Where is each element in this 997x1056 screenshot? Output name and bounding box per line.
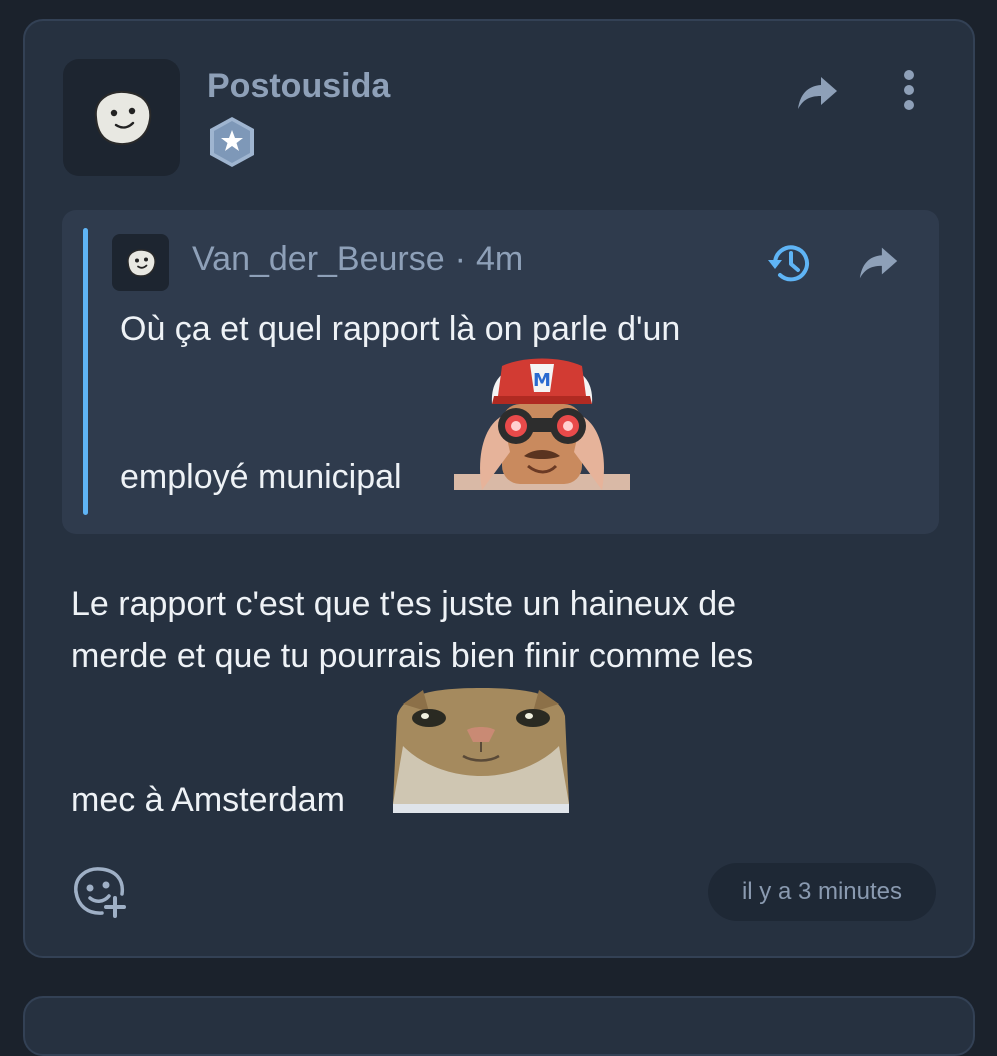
post-author-name[interactable]: Postousida — [207, 67, 390, 106]
smiley-avatar-icon — [94, 90, 151, 145]
meta-separator: · — [454, 240, 466, 278]
next-post-card — [23, 996, 975, 1056]
quote-avatar[interactable] — [112, 234, 169, 291]
share-icon[interactable] — [857, 240, 901, 284]
post-body-line: Le rapport c'est que t'es juste un haine… — [71, 585, 737, 623]
quote-time: 4m — [476, 240, 524, 278]
post-body-line: mec à Amsterdam — [71, 781, 345, 819]
history-icon[interactable] — [765, 238, 815, 288]
post-card: Postousida Van_der_Beurse · 4m Où ça et … — [23, 19, 975, 958]
binoculars-man-emoji: M — [454, 358, 630, 490]
quote-author-name[interactable]: Van_der_Beurse — [192, 240, 445, 278]
quote-meta: Van_der_Beurse · 4m — [192, 240, 523, 279]
add-reaction-icon[interactable] — [70, 864, 128, 918]
quote-text-line: employé municipal — [120, 458, 402, 496]
more-options-icon[interactable] — [893, 67, 925, 113]
share-icon[interactable] — [795, 69, 841, 115]
post-body-line: merde et que tu pourrais bien finir comm… — [71, 637, 754, 675]
timestamp-badge: il y a 3 minutes — [708, 863, 936, 921]
smiley-avatar-icon — [126, 248, 156, 277]
star-badge-icon — [210, 117, 254, 167]
staring-cat-emoji — [393, 688, 569, 813]
quote-accent-bar — [83, 228, 88, 515]
avatar[interactable] — [63, 59, 180, 176]
quote-text-line: Où ça et quel rapport là on parle d'un — [120, 310, 681, 348]
svg-text:M: M — [533, 370, 551, 391]
quoted-message[interactable]: Van_der_Beurse · 4m Où ça et quel rapport … — [62, 210, 939, 534]
